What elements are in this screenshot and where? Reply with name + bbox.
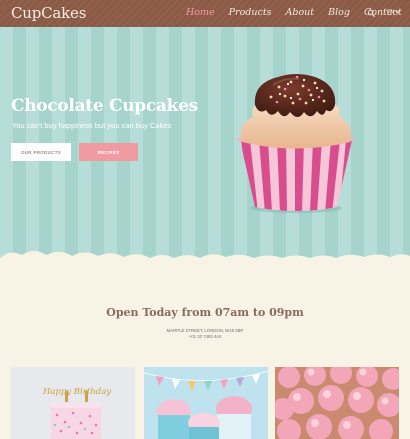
nav-home[interactable]: Home — [186, 7, 215, 18]
hero-subtitle: You can't buy happiness but you can buy … — [12, 121, 172, 130]
nav-products[interactable]: Products — [229, 7, 272, 18]
search-icon[interactable] — [367, 9, 376, 18]
recipes-button[interactable]: RECIPES — [79, 143, 138, 161]
scallop-divider — [0, 251, 410, 267]
phone-text[interactable]: +01 20 7493 444 — [0, 334, 410, 340]
gallery-card-party-cupcakes[interactable] — [144, 367, 268, 439]
language-selector[interactable]: EN — [387, 8, 400, 15]
party-cupcakes-image — [144, 367, 268, 439]
cake-topper-text: Happy Birthday — [42, 387, 111, 397]
gallery-card-pink-cupcakes[interactable] — [275, 367, 399, 439]
nav-about[interactable]: About — [286, 7, 315, 18]
birthday-cake-image: Happy Birthday — [11, 367, 135, 439]
our-products-button[interactable]: OUR PRODUCTS — [11, 143, 71, 161]
chevron-down-icon — [395, 8, 400, 14]
gallery-card-birthday-cake[interactable]: Happy Birthday — [11, 367, 135, 439]
nav-blog[interactable]: Blog — [328, 7, 350, 18]
opening-hours-title: Open Today from 07am to 09pm — [106, 306, 304, 319]
hero-banner: Chocolate Cupcakes You can't buy happine… — [0, 27, 410, 267]
header-bar: CupCakes Home Products About Blog Contac… — [0, 0, 410, 27]
main-nav: Home Products About Blog Contact — [186, 7, 410, 18]
contact-info: MARPLE STREET, LONDON, W15 6BP +01 20 74… — [0, 328, 410, 340]
hero-title: Chocolate Cupcakes — [11, 96, 198, 116]
language-label: EN — [387, 9, 394, 15]
cupcake-illustration — [237, 74, 355, 213]
site-logo[interactable]: CupCakes — [11, 4, 86, 22]
pink-cupcakes-image — [275, 367, 399, 439]
